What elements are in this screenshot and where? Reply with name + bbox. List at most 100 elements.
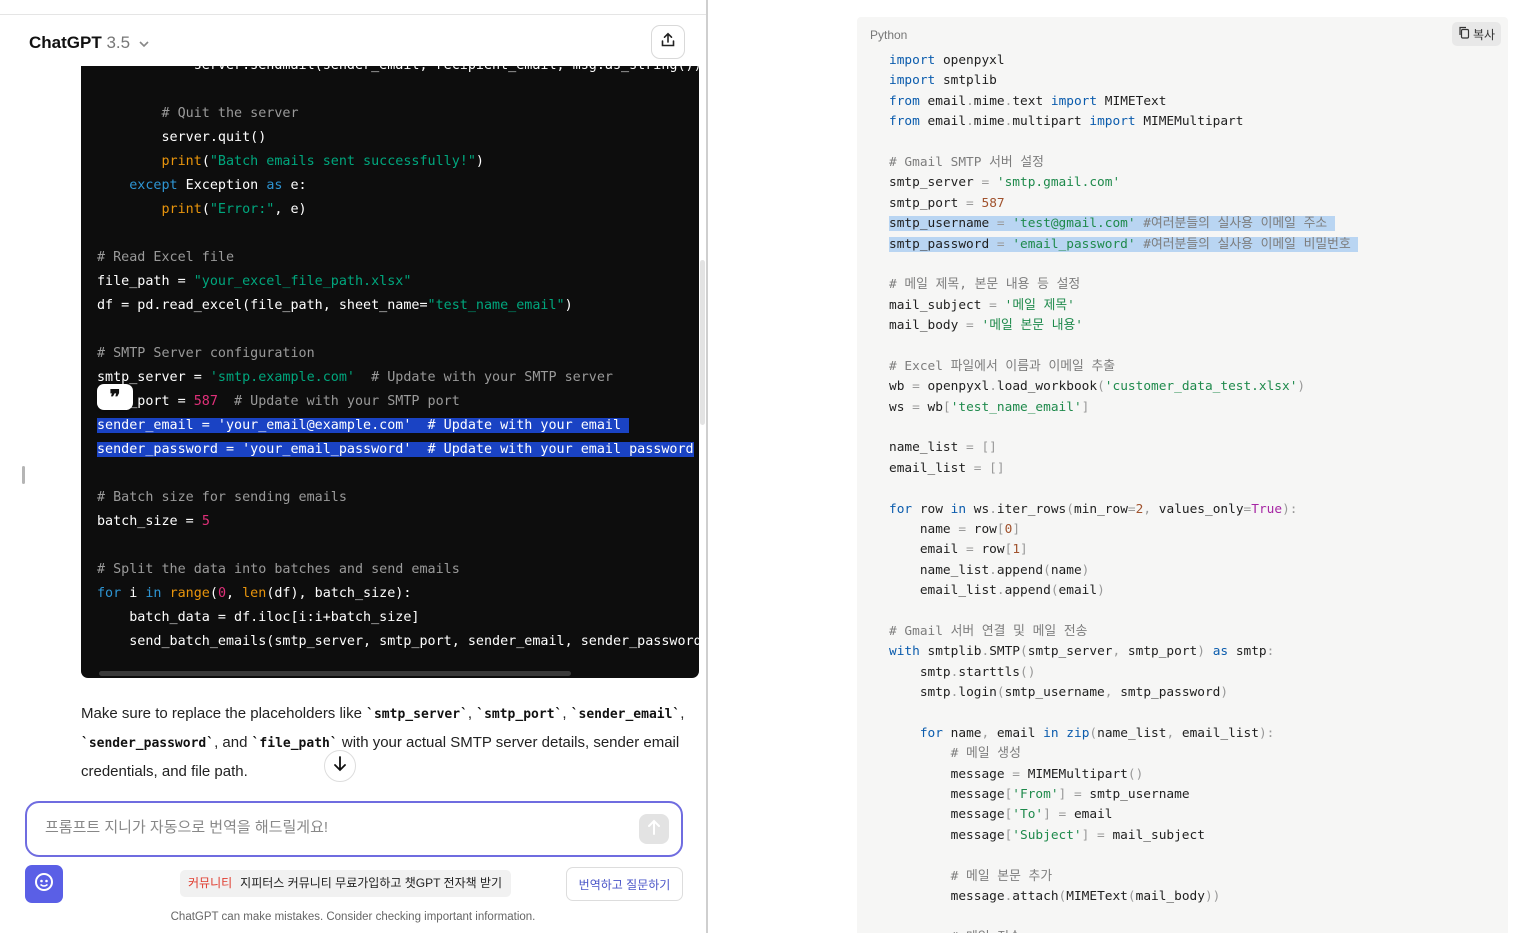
reference-code-line bbox=[889, 479, 1358, 499]
scroll-down-button[interactable] bbox=[324, 750, 356, 782]
reference-code-line: # 메일 제목, 본문 내용 등 설정 bbox=[889, 275, 1358, 295]
reference-code-line bbox=[889, 704, 1358, 724]
code-token: ) bbox=[475, 154, 484, 169]
reference-code-line: smtp_port = 587 bbox=[889, 194, 1358, 214]
reference-code-content[interactable]: import openpyxl import smtplib from email.… bbox=[889, 51, 1359, 933]
code-token: ] bbox=[1020, 542, 1028, 558]
reference-code-line: smtp.login(smtp_username, smtp_password) bbox=[889, 683, 1358, 703]
code-token: '메일 본문 내용' bbox=[981, 318, 1083, 334]
message-text: , and bbox=[214, 734, 252, 751]
reference-code-line bbox=[889, 846, 1358, 866]
code-token: ws bbox=[966, 501, 990, 517]
reference-code-line: for name, email in zip(name_list, email_… bbox=[889, 724, 1358, 744]
code-token: ) bbox=[1081, 562, 1090, 578]
code-token: email_list bbox=[889, 583, 997, 599]
code-token: attach bbox=[1012, 889, 1059, 905]
code-token: 'To' bbox=[1012, 807, 1044, 823]
prompt-input[interactable] bbox=[43, 818, 627, 837]
panel-divider[interactable] bbox=[706, 0, 708, 933]
code-token: # Gmail SMTP 서버 설정 bbox=[889, 154, 1044, 170]
code-token: ( bbox=[1043, 562, 1051, 578]
chat-scrollbar[interactable] bbox=[700, 260, 705, 425]
quote-button[interactable]: ❞ bbox=[97, 384, 133, 410]
code-line: send_batch_emails(smtp_server, smtp_port… bbox=[97, 630, 699, 654]
code-token: = bbox=[1127, 501, 1136, 517]
code-line: server.sendmail(sender_email, recipient_… bbox=[97, 66, 699, 78]
code-token: name bbox=[942, 725, 982, 741]
code-token: ) bbox=[564, 298, 573, 313]
send-button[interactable] bbox=[639, 814, 669, 844]
inline-code: `sender_password` bbox=[81, 736, 215, 751]
code-token: mail_subject bbox=[889, 297, 990, 313]
code-token: True bbox=[1251, 501, 1283, 517]
code-token: ) bbox=[1297, 379, 1306, 395]
inline-code: `smtp_server` bbox=[366, 707, 468, 722]
code-token: . bbox=[996, 583, 1005, 599]
code-token: = bbox=[966, 318, 974, 334]
translate-ask-button[interactable]: 번역하고 질문하기 bbox=[566, 867, 683, 901]
code-token: message bbox=[889, 889, 1005, 905]
code-token: ): bbox=[1258, 725, 1275, 741]
code-token: ( bbox=[209, 586, 218, 601]
code-token: sender_password = 'your_email_password' … bbox=[97, 442, 694, 457]
share-button[interactable] bbox=[651, 25, 685, 59]
code-line: # Read Excel file bbox=[97, 246, 699, 270]
code-token: mime bbox=[973, 114, 1005, 130]
reference-code-line bbox=[889, 336, 1358, 356]
code-token: for bbox=[919, 725, 943, 741]
quote-icon: ❞ bbox=[109, 385, 121, 409]
resize-handle[interactable] bbox=[22, 466, 25, 484]
code-line: print("Batch emails sent successfully!") bbox=[97, 150, 699, 174]
model-selector[interactable]: ChatGPT 3.5 bbox=[29, 33, 149, 53]
code-line: df = pd.read_excel(file_path, sheet_name… bbox=[97, 294, 699, 318]
code-token: ): bbox=[1282, 501, 1298, 517]
code-token: ] = bbox=[1043, 807, 1067, 823]
code-token: smtp_server = bbox=[97, 370, 210, 385]
code-horizontal-scrollbar[interactable] bbox=[99, 671, 571, 676]
code-token: server.sendmail(sender_email, recipient_… bbox=[97, 66, 699, 73]
code-line: batch_data = df.iloc[i:i+batch_size] bbox=[97, 606, 699, 630]
code-line: smtp_port = 587 # Update with your SMTP … bbox=[97, 390, 699, 414]
code-token: name_list bbox=[1097, 725, 1167, 741]
code-token: # Quit the server bbox=[97, 106, 299, 121]
code-token: server.quit() bbox=[97, 130, 267, 145]
code-token: = bbox=[981, 175, 990, 191]
code-token: = bbox=[912, 399, 920, 415]
code-token: login bbox=[958, 685, 997, 701]
copy-label: 복사 bbox=[1473, 27, 1496, 42]
code-token: 'customer_data_test.xlsx' bbox=[1104, 379, 1298, 395]
code-line: file_path = "your_excel_file_path.xlsx" bbox=[97, 270, 699, 294]
code-token: 'smtp.gmail.com' bbox=[996, 175, 1121, 191]
reference-code-line: mail_subject = '메일 제목' bbox=[889, 296, 1358, 316]
reference-code-line: smtp.starttls() bbox=[889, 663, 1358, 683]
prompt-genie-icon bbox=[33, 871, 55, 898]
prompt-genie-button[interactable] bbox=[25, 865, 63, 903]
code-token: text bbox=[1012, 93, 1051, 109]
code-token: email bbox=[889, 542, 967, 558]
code-token: [ bbox=[942, 399, 951, 415]
code-token: smtp_username bbox=[1004, 685, 1105, 701]
reference-code-line: # 메일 생성 bbox=[889, 744, 1358, 764]
reference-code-line: message = MIMEMultipart() bbox=[889, 765, 1358, 785]
code-content[interactable]: server.sendmail(sender_email, recipient_… bbox=[97, 66, 699, 654]
code-token: batch_size = bbox=[97, 514, 202, 529]
code-token: append bbox=[1004, 583, 1051, 599]
reference-code-line bbox=[889, 602, 1358, 622]
code-token: #여러분들의 실사용 이메일 주소 bbox=[1135, 216, 1335, 232]
code-token: openpyxl bbox=[935, 53, 1005, 68]
code-token: from bbox=[889, 93, 920, 109]
code-token: append bbox=[996, 562, 1044, 578]
code-token: mime bbox=[973, 93, 1005, 109]
community-promo-link[interactable]: 커뮤니티 지피터스 커뮤니티 무료가입하고 챗GPT 전자책 받기 bbox=[180, 870, 512, 897]
code-line: except Exception as e: bbox=[97, 174, 699, 198]
code-line: # Quit the server bbox=[97, 102, 699, 126]
code-token: smtp_username bbox=[1081, 787, 1190, 803]
code-token: 'Subject' bbox=[1012, 827, 1082, 843]
copy-button[interactable]: 복사 bbox=[1452, 22, 1502, 46]
code-token: smtp_username bbox=[889, 216, 997, 232]
